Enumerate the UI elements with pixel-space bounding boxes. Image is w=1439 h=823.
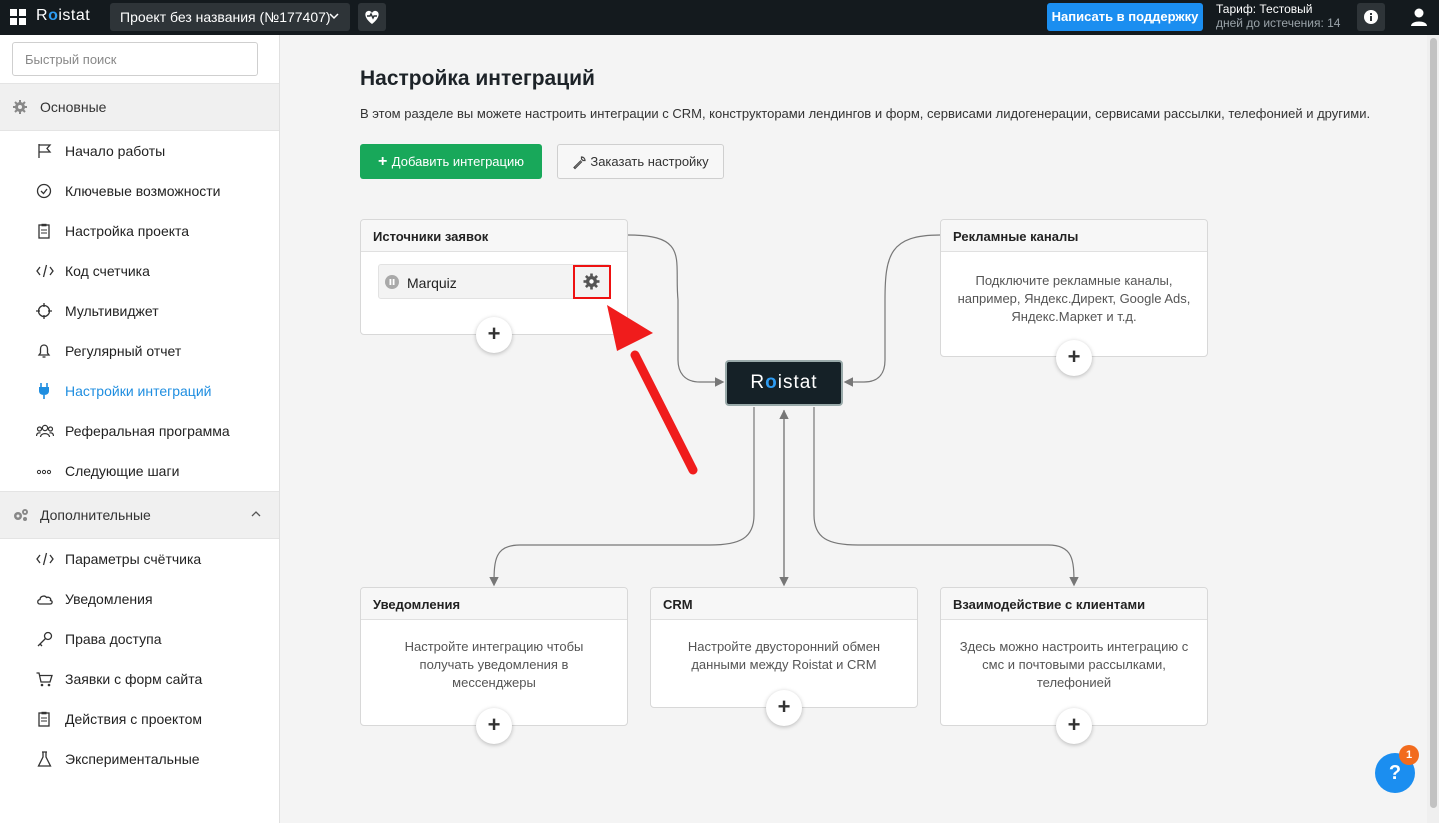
notifications-card: Уведомления Настройте интеграцию чтобы п… bbox=[360, 587, 628, 726]
ad-channels-card: Рекламные каналы Подключите рекламные ка… bbox=[940, 219, 1208, 357]
add-crm-button[interactable]: + bbox=[766, 690, 802, 726]
sources-card-title: Источники заявок bbox=[361, 220, 627, 252]
add-notification-button[interactable]: + bbox=[476, 708, 512, 744]
ad-channels-card-title: Рекламные каналы bbox=[941, 220, 1207, 252]
help-notification-badge: 1 bbox=[1399, 745, 1419, 765]
gear-icon bbox=[583, 273, 600, 290]
client-interaction-card-text: Здесь можно настроить интеграцию с смс и… bbox=[959, 639, 1189, 690]
ad-channels-card-text: Подключите рекламные каналы, например, Я… bbox=[957, 273, 1191, 324]
client-interaction-card-title: Взаимодействие с клиентами bbox=[941, 588, 1207, 620]
add-ad-channel-button[interactable]: + bbox=[1056, 340, 1092, 376]
roistat-hub: Roistat bbox=[725, 360, 843, 406]
pause-icon[interactable] bbox=[385, 275, 399, 289]
add-source-button[interactable]: + bbox=[476, 317, 512, 353]
client-interaction-card: Взаимодействие с клиентами Здесь можно н… bbox=[940, 587, 1208, 726]
notifications-card-title: Уведомления bbox=[361, 588, 627, 620]
add-client-interaction-button[interactable]: + bbox=[1056, 708, 1092, 744]
marquiz-settings-button[interactable] bbox=[573, 265, 611, 299]
notifications-card-text: Настройте интеграцию чтобы получать увед… bbox=[404, 639, 584, 690]
crm-card-title: CRM bbox=[651, 588, 917, 620]
red-arrow-annotation bbox=[607, 305, 698, 475]
crm-card-text: Настройте двусторонний обмен данными меж… bbox=[687, 639, 881, 672]
marquiz-label: Marquiz bbox=[407, 275, 457, 291]
